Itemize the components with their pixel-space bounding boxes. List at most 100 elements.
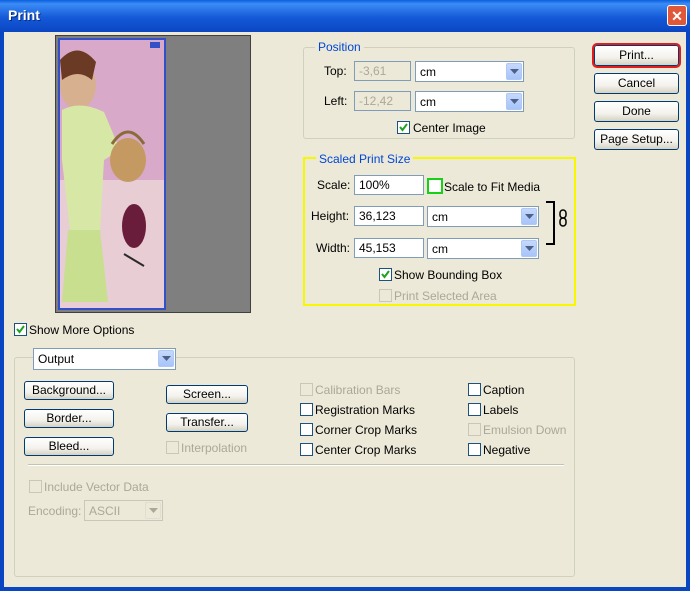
emulsion-down-label: Emulsion Down (483, 423, 567, 437)
window-frame-bottom (0, 587, 690, 591)
calibration-bars-checkbox[interactable] (300, 383, 313, 396)
page-setup-button[interactable]: Page Setup... (594, 129, 679, 150)
encoding-value: ASCII (89, 504, 121, 518)
encoding-select[interactable]: ASCII (84, 500, 163, 521)
screen-button[interactable]: Screen... (166, 385, 248, 404)
chevron-down-icon[interactable] (521, 208, 537, 225)
border-button-label: Border... (46, 411, 92, 425)
print-selected-area-label: Print Selected Area (394, 289, 497, 303)
left-unit-select[interactable]: cm (415, 91, 524, 112)
chain-link-icon[interactable] (558, 209, 568, 227)
close-button[interactable]: ✕ (667, 5, 687, 26)
calibration-bars-label: Calibration Bars (315, 383, 401, 397)
include-vector-data-checkbox[interactable] (29, 480, 42, 493)
chevron-down-icon[interactable] (506, 63, 522, 80)
border-button[interactable]: Border... (24, 409, 114, 428)
chevron-down-icon[interactable] (506, 93, 522, 110)
top-value: -3,61 (359, 64, 387, 78)
position-legend: Position (315, 40, 364, 54)
registration-marks-checkbox[interactable] (300, 403, 313, 416)
bleed-button[interactable]: Bleed... (24, 437, 114, 456)
interpolation-checkbox[interactable] (166, 441, 179, 454)
check-icon (399, 123, 408, 132)
output-select-value: Output (38, 352, 75, 366)
include-vector-data-label: Include Vector Data (44, 480, 149, 494)
window-frame-left (0, 32, 4, 591)
done-button[interactable]: Done (594, 101, 679, 122)
close-icon: ✕ (671, 8, 683, 24)
top-label: Top: (324, 64, 347, 78)
labels-label: Labels (483, 403, 519, 417)
scaled-print-size-legend: Scaled Print Size (316, 152, 414, 166)
center-image-label: Center Image (413, 121, 486, 135)
window-title: Print (8, 7, 40, 23)
width-unit-select[interactable]: cm (427, 238, 539, 259)
height-label: Height: (311, 209, 350, 223)
height-value: 36,123 (359, 209, 396, 223)
scale-label: Scale: (317, 178, 351, 192)
done-button-label: Done (622, 104, 651, 118)
left-label: Left: (324, 94, 348, 108)
window-frame-right (686, 32, 690, 591)
print-button-label: Print... (619, 48, 654, 62)
top-unit-value: cm (420, 65, 436, 79)
title-bar[interactable]: Print ✕ (0, 0, 690, 32)
show-bounding-box-label: Show Bounding Box (394, 268, 503, 282)
left-value: -12,42 (359, 94, 394, 108)
width-value: 45,153 (359, 241, 396, 255)
emulsion-down-checkbox[interactable] (468, 423, 481, 436)
print-selected-area-checkbox[interactable] (379, 289, 392, 302)
output-select[interactable]: Output (33, 348, 176, 370)
height-unit-select[interactable]: cm (427, 206, 539, 227)
left-input[interactable]: -12,42 (354, 91, 411, 111)
corner-crop-marks-checkbox[interactable] (300, 423, 313, 436)
left-unit-value: cm (420, 95, 436, 109)
top-unit-select[interactable]: cm (415, 61, 524, 82)
show-more-options-checkbox[interactable] (14, 323, 27, 336)
child-photo (60, 40, 164, 308)
show-more-options-label: Show More Options (29, 323, 135, 337)
check-icon (381, 270, 390, 279)
center-image-checkbox[interactable] (397, 121, 410, 134)
transfer-button[interactable]: Transfer... (166, 413, 248, 432)
corner-crop-marks-label: Corner Crop Marks (315, 423, 418, 437)
scale-to-fit-checkbox[interactable] (429, 180, 441, 192)
chevron-down-icon[interactable] (145, 502, 161, 519)
labels-checkbox[interactable] (468, 403, 481, 416)
negative-label: Negative (483, 443, 531, 457)
transfer-button-label: Transfer... (180, 415, 234, 429)
print-preview[interactable] (55, 35, 251, 313)
negative-checkbox[interactable] (468, 443, 481, 456)
width-input[interactable]: 45,153 (354, 238, 424, 258)
cancel-button[interactable]: Cancel (594, 73, 679, 94)
cancel-button-label: Cancel (617, 76, 656, 90)
scale-to-fit-label: Scale to Fit Media (444, 180, 541, 194)
width-unit-value: cm (432, 242, 448, 256)
chevron-down-icon[interactable] (158, 350, 174, 367)
scale-input[interactable]: 100% (354, 175, 424, 195)
bleed-button-label: Bleed... (48, 439, 90, 453)
registration-marks-label: Registration Marks (315, 403, 416, 417)
print-button[interactable]: Print... (594, 45, 679, 66)
interpolation-label: Interpolation (181, 441, 248, 455)
check-icon (16, 325, 25, 334)
scale-value: 100% (359, 178, 390, 192)
width-label: Width: (316, 241, 351, 255)
show-bounding-box-checkbox[interactable] (379, 268, 392, 281)
output-separator (28, 464, 564, 466)
caption-label: Caption (483, 383, 525, 397)
encoding-label: Encoding: (28, 504, 82, 518)
center-crop-marks-checkbox[interactable] (300, 443, 313, 456)
height-input[interactable]: 36,123 (354, 206, 424, 226)
top-input[interactable]: -3,61 (354, 61, 411, 81)
background-button[interactable]: Background... (24, 381, 114, 400)
center-crop-marks-label: Center Crop Marks (315, 443, 417, 457)
preview-image[interactable] (58, 38, 166, 310)
page-setup-button-label: Page Setup... (600, 132, 673, 146)
background-button-label: Background... (31, 383, 107, 397)
screen-button-label: Screen... (182, 387, 232, 401)
height-unit-value: cm (432, 210, 448, 224)
caption-checkbox[interactable] (468, 383, 481, 396)
print-dialog: Print ✕ Print... Cancel Done Page Setup.… (0, 0, 690, 591)
chevron-down-icon[interactable] (521, 240, 537, 257)
